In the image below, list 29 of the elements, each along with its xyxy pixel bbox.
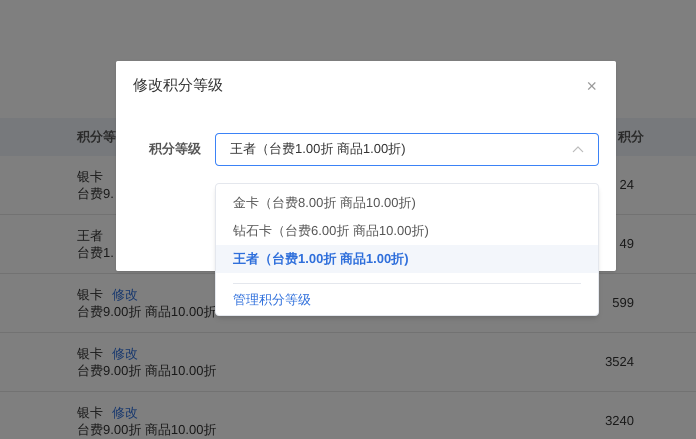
close-button[interactable]: × [586, 77, 597, 96]
dropdown-option[interactable]: 金卡（台费8.00折 商品10.00折) [216, 189, 598, 217]
points-cell-text: 3524 [605, 353, 634, 372]
discount-text: 台费9. [77, 186, 114, 201]
points-cell-text: 3240 [605, 412, 634, 430]
level-text: 银卡 [77, 346, 103, 361]
dropdown-option[interactable]: 王者（台费1.00折 商品1.00折) [216, 245, 598, 273]
dialog-title: 修改积分等级 [133, 76, 223, 96]
column-header: 积分等 [77, 128, 116, 146]
chevron-icon [572, 145, 584, 153]
level-select[interactable]: 王者（台费1.00折 商品1.00折) [215, 132, 599, 166]
edit-link[interactable]: 修改 [112, 287, 138, 302]
discount-text: 台费9.00折 商品10.00折 [77, 363, 216, 378]
discount-text: 台费1. [77, 245, 114, 260]
level-text: 王者 [77, 228, 103, 243]
level-text: 银卡 [77, 169, 103, 184]
field-label: 积分等级 [149, 140, 202, 158]
points-cell-text: 599 [612, 294, 634, 312]
manage-levels-link[interactable]: 管理积分等级 [233, 290, 581, 310]
discount-text: 台费9.00折 商品10.00折 [77, 422, 216, 437]
edit-link[interactable]: 修改 [112, 346, 138, 361]
edit-link[interactable]: 修改 [112, 405, 138, 420]
discount-text: 台费9.00折 商品10.00折 [77, 304, 216, 319]
level-text: 银卡 [77, 405, 103, 420]
level-text: 银卡 [77, 287, 103, 302]
points-cell-text: 49 [620, 235, 634, 254]
dropdown-option[interactable]: 钻石卡（台费6.00折 商品10.00折) [216, 217, 598, 245]
column-header: 积分 [618, 128, 644, 146]
points-cell-text: 24 [620, 176, 634, 194]
